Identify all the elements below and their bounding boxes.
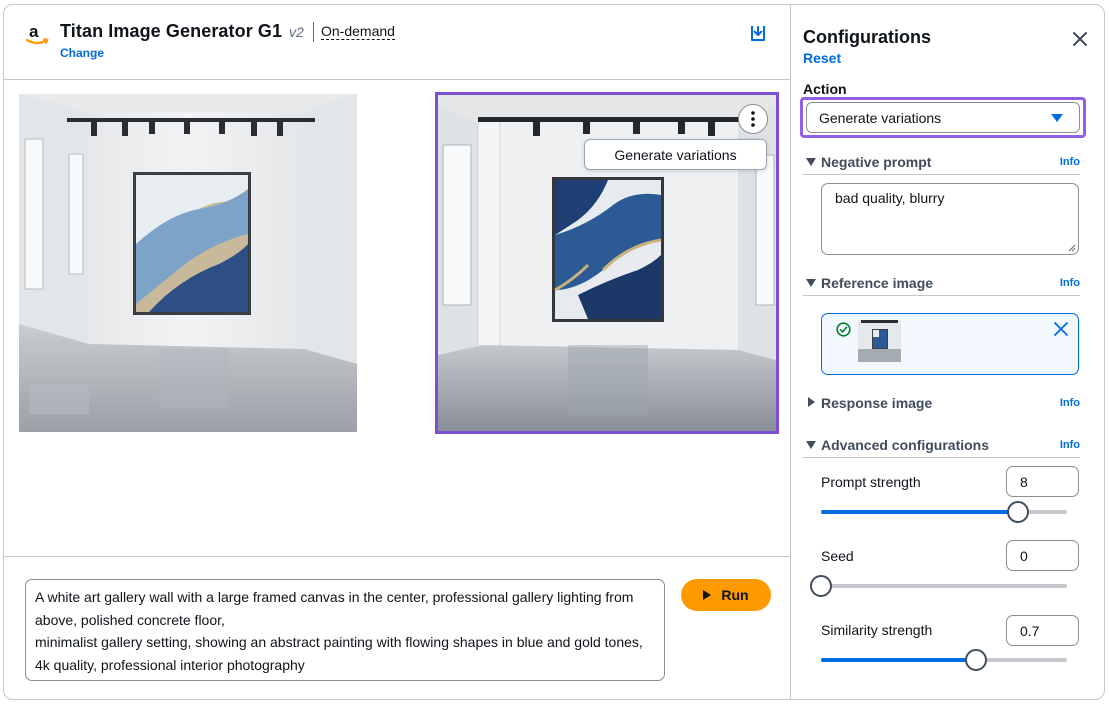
model-version: v2 [289,24,304,40]
remove-icon[interactable] [1054,322,1068,336]
info-link[interactable]: Info [1060,439,1080,451]
negative-prompt-value: bad quality, blurry [835,190,945,206]
prompt-input[interactable]: A white art gallery wall with a large fr… [25,579,665,681]
caret-down-icon [806,441,816,449]
action-select-value: Generate variations [819,109,942,126]
similarity-strength-label: Similarity strength [821,622,933,638]
slider-thumb[interactable] [810,575,832,597]
info-link[interactable]: Info [1060,156,1080,168]
prompt-bar: A white art gallery wall with a large fr… [4,556,790,699]
slider-thumb[interactable] [1006,501,1029,523]
action-select-highlight: Generate variations [800,97,1086,138]
negative-prompt-input[interactable]: bad quality, blurry [821,183,1079,255]
download-icon[interactable] [749,24,767,42]
change-model-link[interactable]: Change [60,46,104,60]
response-image-section[interactable]: Response image Info [803,394,1080,416]
check-circle-icon [836,322,851,337]
similarity-strength-input[interactable]: 0.7 [1006,615,1079,646]
run-label: Run [721,587,749,603]
image-actions-button[interactable] [738,104,768,134]
section-title: Response image [821,395,933,411]
action-label: Action [803,81,847,97]
configurations-title: Configurations [803,27,931,47]
advanced-configurations-section[interactable]: Advanced configurations Info [803,436,1080,458]
reference-thumbnail [858,320,901,362]
resize-grip-icon[interactable] [1068,244,1076,252]
run-button[interactable]: Run [681,579,771,611]
amazon-logo-icon: a [25,22,49,45]
image-playground: a Titan Image Generator G1 v2 On-demand … [4,5,791,699]
reference-image-section[interactable]: Reference image Info [803,274,1080,296]
seed-slider[interactable] [810,575,1067,597]
section-title: Reference image [821,275,934,291]
model-title: Titan Image Generator G1 [60,21,283,41]
slider-fill [821,658,976,662]
caret-down-icon [806,279,816,287]
seed-input[interactable]: 0 [1006,540,1079,571]
section-title: Negative prompt [821,154,932,170]
reset-link[interactable]: Reset [803,50,841,66]
svg-text:a: a [29,22,39,41]
generated-image-2-selected[interactable]: Generate variations [435,92,779,434]
generated-image-1[interactable] [19,94,357,432]
playground-window: a Titan Image Generator G1 v2 On-demand … [3,4,1105,700]
prompt-strength-slider[interactable] [821,501,1067,523]
configurations-panel: Configurations Reset Action Generate var… [791,5,1104,699]
generate-variations-menu-item[interactable]: Generate variations [584,139,767,170]
caret-down-icon [1051,114,1063,122]
model-header: a Titan Image Generator G1 v2 On-demand … [4,5,790,80]
info-link[interactable]: Info [1060,397,1080,409]
slider-thumb[interactable] [964,649,987,671]
header-divider [313,22,314,42]
caret-down-icon [806,158,816,166]
section-title: Advanced configurations [821,437,990,453]
action-select[interactable]: Generate variations [806,102,1080,133]
close-icon[interactable] [1072,31,1088,47]
similarity-strength-slider[interactable] [821,649,1067,671]
more-vertical-icon [751,111,755,127]
throughput-mode[interactable]: On-demand [321,23,395,40]
seed-label: Seed [821,548,854,564]
negative-prompt-section[interactable]: Negative prompt Info [803,153,1080,175]
reference-image-token [821,313,1079,375]
prompt-strength-label: Prompt strength [821,474,921,490]
prompt-strength-input[interactable]: 8 [1006,466,1079,497]
slider-fill [821,510,1018,514]
caret-right-icon [808,397,815,407]
info-link[interactable]: Info [1060,277,1080,289]
play-icon [703,590,712,600]
